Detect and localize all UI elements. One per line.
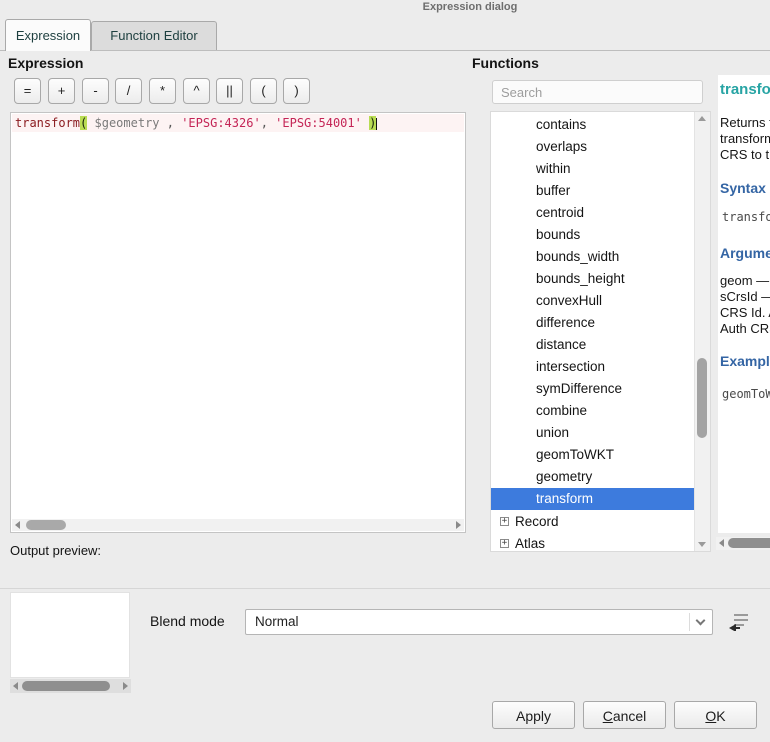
- code-function-name: transform: [15, 116, 80, 130]
- tab-panel-border: [0, 50, 770, 51]
- function-item[interactable]: bounds_width: [491, 246, 695, 268]
- function-item[interactable]: buffer: [491, 180, 695, 202]
- functions-vertical-scrollbar[interactable]: [694, 112, 710, 551]
- function-item[interactable]: overlaps: [491, 136, 695, 158]
- function-item[interactable]: difference: [491, 312, 695, 334]
- cancel-button[interactable]: Cancel: [583, 701, 666, 729]
- help-example-code: geomToWKT( transform( ... ) ): [722, 387, 770, 401]
- code-space: [362, 116, 369, 130]
- help-horizontal-scrollbar[interactable]: [716, 537, 770, 550]
- operator-button-equals[interactable]: =: [14, 78, 41, 104]
- function-item[interactable]: combine: [491, 400, 695, 422]
- operator-button-close-paren[interactable]: ): [283, 78, 310, 104]
- search-input[interactable]: [492, 80, 703, 104]
- section-divider: [0, 588, 770, 589]
- preview-horizontal-scrollbar[interactable]: [10, 679, 131, 693]
- combo-separator: [689, 613, 690, 631]
- dialog-title: Expression dialog: [423, 1, 518, 13]
- tab-expression[interactable]: Expression: [5, 19, 91, 51]
- operator-button-open-paren[interactable]: (: [250, 78, 277, 104]
- help-argument-line: CRS Id. Auth CRS Id: [720, 305, 770, 321]
- text-caret: [376, 118, 377, 130]
- help-syntax-code: transform( geom, sourceAuthId, destAuthI…: [722, 210, 770, 224]
- help-argument-line: geom — a geometry: [720, 273, 770, 289]
- functions-list: contains overlaps within buffer centroid…: [490, 111, 711, 552]
- operator-button-multiply[interactable]: *: [149, 78, 176, 104]
- function-item-selected[interactable]: transform: [491, 488, 695, 510]
- function-item[interactable]: within: [491, 158, 695, 180]
- code-string-epsg-54001: 'EPSG:54001': [275, 116, 362, 130]
- code-comma: ,: [261, 116, 275, 130]
- help-examples-heading: Examples: [720, 353, 770, 369]
- help-description-line: Returns the geometry: [720, 115, 770, 131]
- scroll-down-arrow-icon[interactable]: [698, 542, 706, 547]
- group-label: Record: [515, 514, 559, 529]
- output-preview-label: Output preview:: [10, 543, 101, 558]
- operator-button-power[interactable]: ^: [183, 78, 210, 104]
- function-item[interactable]: convexHull: [491, 290, 695, 312]
- scroll-right-arrow-icon[interactable]: [123, 682, 128, 690]
- chevron-down-icon: [696, 616, 706, 626]
- function-item[interactable]: symDifference: [491, 378, 695, 400]
- data-defined-override-icon: [728, 611, 750, 631]
- help-description-line: transformed from the source: [720, 131, 770, 147]
- code-geometry-variable: $geometry: [87, 116, 166, 130]
- help-description: Returns the geometry transformed from th…: [720, 115, 770, 163]
- help-argument-line: Auth CRS Id of destination: [720, 321, 770, 337]
- blend-mode-select[interactable]: Normal: [245, 609, 713, 635]
- ok-button[interactable]: OK: [674, 701, 757, 729]
- expression-code-line: transform( $geometry , 'EPSG:4326', 'EPS…: [12, 114, 464, 132]
- editor-horizontal-scrollbar[interactable]: [12, 519, 464, 531]
- function-item[interactable]: geometry: [491, 466, 695, 488]
- preview-box: [10, 592, 130, 678]
- editor-scrollbar-thumb[interactable]: [26, 520, 66, 530]
- data-defined-override-button[interactable]: [722, 610, 748, 634]
- blend-mode-label: Blend mode: [150, 613, 225, 629]
- scroll-left-arrow-icon[interactable]: [15, 521, 20, 529]
- help-panel: transform Returns the geometry transform…: [718, 75, 770, 533]
- code-close-paren-highlight: ): [369, 116, 376, 130]
- help-arguments: geom — a geometry sCrsId — the source CR…: [720, 273, 770, 337]
- function-item[interactable]: contains: [491, 114, 695, 136]
- scroll-right-arrow-icon[interactable]: [456, 521, 461, 529]
- code-comma: ,: [167, 116, 181, 130]
- scroll-left-arrow-icon[interactable]: [13, 682, 18, 690]
- operator-button-minus[interactable]: -: [82, 78, 109, 104]
- expression-section-label: Expression: [8, 55, 83, 71]
- functions-section-label: Functions: [472, 55, 539, 71]
- expression-dialog: Expression dialog Expression Function Ed…: [0, 0, 770, 742]
- expand-plus-icon[interactable]: +: [500, 539, 509, 548]
- help-function-title: transform: [720, 81, 770, 98]
- scroll-left-arrow-icon[interactable]: [719, 539, 724, 547]
- function-item[interactable]: union: [491, 422, 695, 444]
- expand-plus-icon[interactable]: +: [500, 517, 509, 526]
- function-item[interactable]: geomToWKT: [491, 444, 695, 466]
- help-argument-line: sCrsId — the source: [720, 289, 770, 305]
- help-syntax-heading: Syntax: [720, 180, 766, 196]
- function-item[interactable]: intersection: [491, 356, 695, 378]
- scroll-up-arrow-icon[interactable]: [698, 116, 706, 121]
- operator-button-plus[interactable]: +: [48, 78, 75, 104]
- operator-button-concat[interactable]: ||: [216, 78, 243, 104]
- group-label: Atlas: [515, 536, 545, 551]
- tab-function-editor[interactable]: Function Editor: [91, 21, 217, 50]
- function-item[interactable]: bounds_height: [491, 268, 695, 290]
- function-item[interactable]: centroid: [491, 202, 695, 224]
- help-scrollbar-thumb[interactable]: [728, 538, 770, 548]
- function-item[interactable]: bounds: [491, 224, 695, 246]
- operator-button-divide[interactable]: /: [115, 78, 142, 104]
- help-description-line: CRS to the destination CRS: [720, 147, 770, 163]
- function-item[interactable]: distance: [491, 334, 695, 356]
- expression-editor[interactable]: transform( $geometry , 'EPSG:4326', 'EPS…: [10, 112, 466, 533]
- group-item-atlas[interactable]: + Atlas: [491, 532, 710, 552]
- preview-scrollbar-thumb[interactable]: [22, 681, 110, 691]
- help-arguments-heading: Arguments: [720, 245, 770, 261]
- code-string-epsg-4326: 'EPSG:4326': [181, 116, 260, 130]
- apply-button[interactable]: Apply: [492, 701, 575, 729]
- group-item-record[interactable]: + Record: [491, 510, 710, 532]
- functions-scrollbar-thumb[interactable]: [697, 358, 707, 438]
- blend-mode-value: Normal: [255, 610, 299, 634]
